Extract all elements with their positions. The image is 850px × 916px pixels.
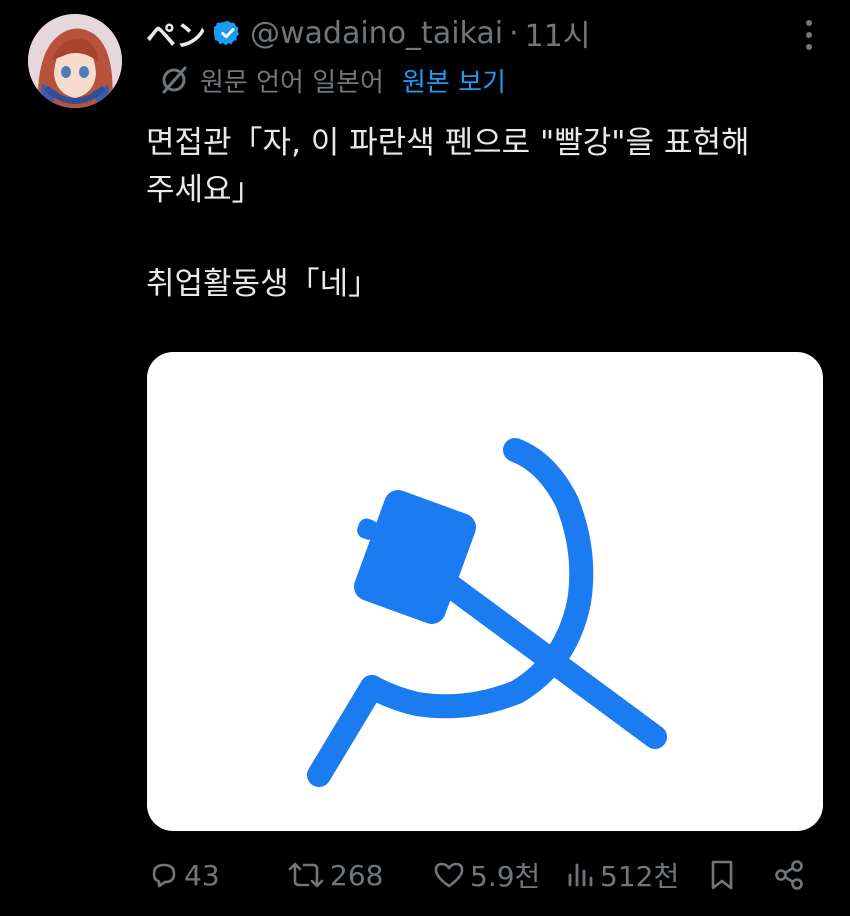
reply-count: 43 — [184, 858, 220, 892]
reply-icon — [152, 863, 176, 888]
tweet-text-line — [146, 214, 816, 261]
tweet-time[interactable]: 11시 — [525, 11, 591, 55]
verified-badge-icon — [212, 19, 242, 47]
avatar-image — [28, 14, 122, 108]
retweet-icon — [288, 862, 324, 888]
share-button[interactable] — [772, 850, 806, 900]
retweet-button[interactable]: 268 — [286, 850, 383, 900]
hammer-and-sickle-drawing — [307, 438, 667, 787]
views-count: 512천 — [600, 860, 680, 893]
bookmark-button[interactable] — [706, 850, 738, 900]
tweet-text-line: 면접관「자, 이 파란색 펜으로 "빨강"을 표현해 — [146, 125, 750, 161]
view-original-link[interactable]: 원본 보기 — [402, 62, 506, 99]
tweet-text-line: 취업활동생「네」 — [146, 266, 380, 302]
display-name[interactable]: ペン — [146, 11, 206, 55]
share-icon — [775, 860, 803, 890]
tweet-media-image[interactable] — [147, 352, 823, 831]
heart-icon — [434, 862, 464, 888]
tweet-text: 면접관「자, 이 파란색 펜으로 "빨강"을 표현해 주세요」 취업활동생「네」 — [146, 120, 816, 308]
sickle-handle — [307, 675, 384, 787]
reply-button[interactable]: 43 — [148, 850, 220, 900]
tweet-actions: 43 268 5.9천 512천 — [0, 850, 850, 900]
translation-row: 원문 언어 일본어 원본 보기 — [158, 62, 506, 98]
like-count: 5.9천 — [470, 860, 541, 893]
bookmark-icon — [711, 860, 733, 890]
separator-dot: · — [509, 15, 519, 51]
translate-icon — [158, 64, 190, 96]
more-options-icon[interactable] — [804, 18, 814, 52]
author-handle[interactable]: @wadaino_taikai — [250, 16, 503, 51]
retweet-count: 268 — [330, 858, 384, 892]
views-chart-icon — [568, 863, 593, 887]
like-button[interactable]: 5.9천 — [432, 850, 540, 900]
translation-source-label: 원문 언어 일본어 — [200, 67, 384, 98]
views-button[interactable]: 512천 — [566, 850, 679, 900]
tweet-header: ペン @wadaino_taikai · 11시 — [146, 11, 591, 55]
avatar[interactable] — [28, 14, 122, 108]
tweet-text-line: 주세요」 — [146, 172, 263, 208]
